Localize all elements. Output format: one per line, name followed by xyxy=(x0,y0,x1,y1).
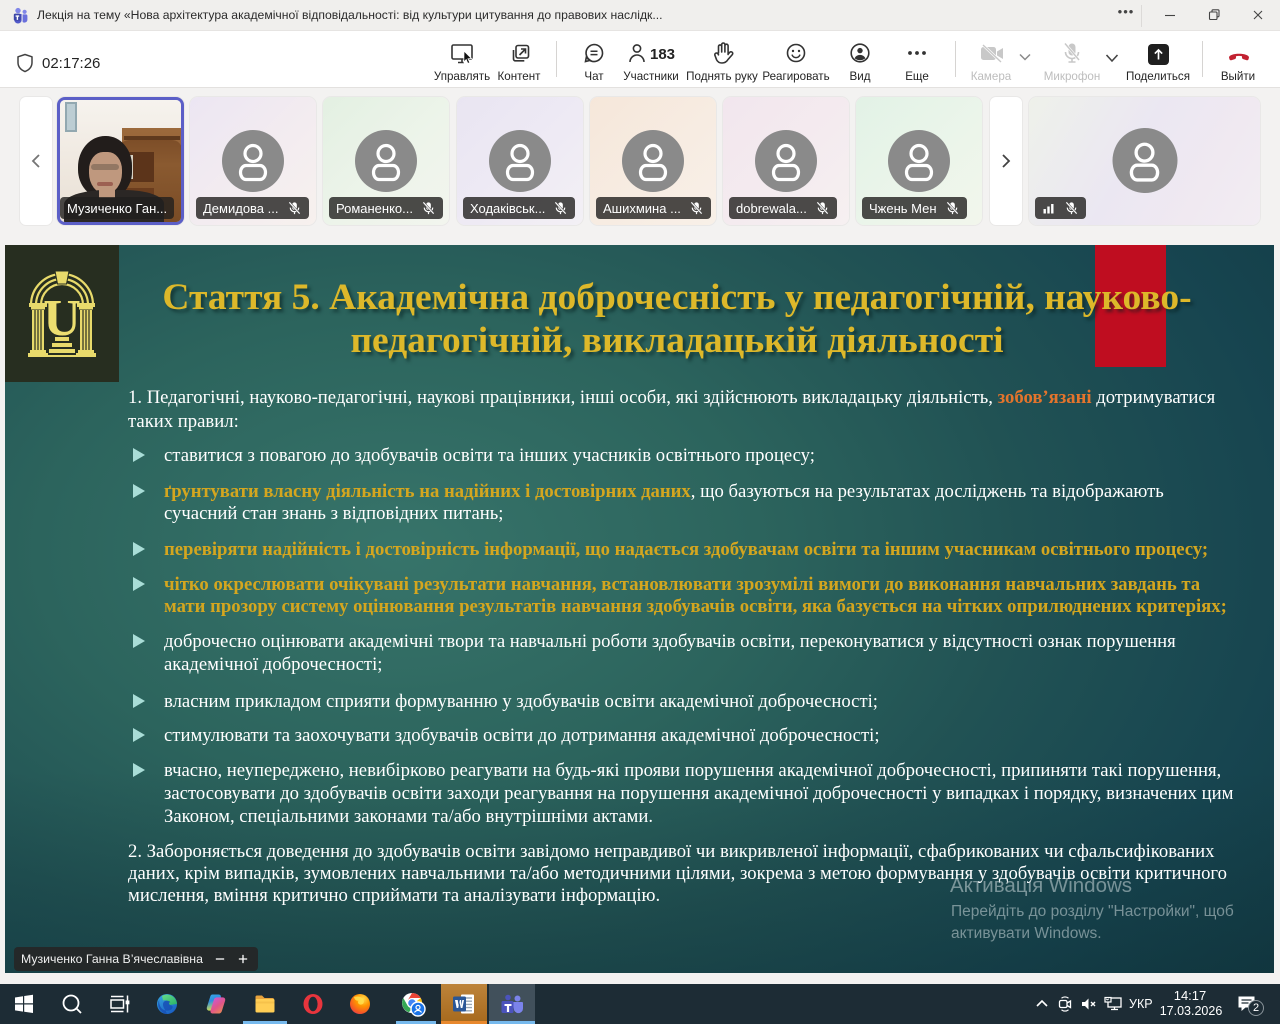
svg-text:U: U xyxy=(43,290,81,347)
